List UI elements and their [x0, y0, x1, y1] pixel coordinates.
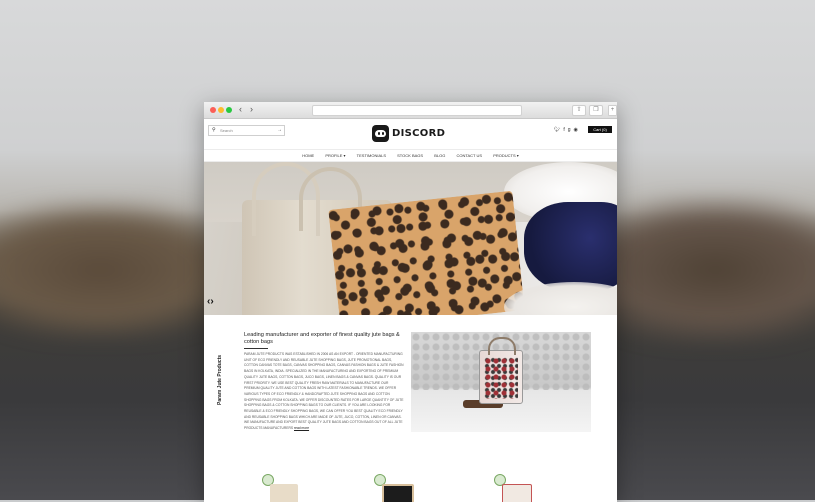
nav-testimonials[interactable]: TESTIMONIALS — [357, 153, 386, 158]
search-icon: ⚲ — [212, 127, 216, 133]
twitter-icon[interactable]: 🐦︎ — [554, 127, 560, 133]
search-input[interactable]: Search — [220, 126, 233, 135]
address-bar[interactable] — [312, 105, 522, 116]
facebook-icon[interactable]: f — [563, 127, 564, 133]
slider-arrows: ‹› — [207, 297, 214, 307]
hero-slider: ‹› — [204, 162, 617, 315]
product-card[interactable] — [488, 474, 538, 502]
main-nav: HOME PROFILE ▾ TESTIMONIALS STOCK BAGS B… — [204, 149, 617, 162]
google-plus-icon[interactable]: g — [568, 127, 571, 133]
nav-contact-us[interactable]: CONTACT US — [456, 153, 482, 158]
minimize-window-button[interactable] — [218, 107, 224, 113]
nav-products[interactable]: PRODUCTS ▾ — [493, 153, 519, 158]
divider — [244, 348, 268, 349]
nav-stock-bags[interactable]: STOCK BAGS — [397, 153, 423, 158]
side-label: Param Jute Products — [217, 354, 223, 405]
hero-leopard-pouch — [328, 190, 525, 315]
product-card[interactable] — [256, 474, 306, 502]
close-window-button[interactable] — [210, 107, 216, 113]
about-paragraph: Param Jute Products was established in 2… — [244, 352, 404, 432]
featured-product-photo — [411, 332, 591, 432]
nav-blog[interactable]: BLOG — [434, 153, 445, 158]
chevron-left-icon[interactable]: ‹ — [236, 105, 245, 114]
search-box[interactable]: ⚲ Search → — [208, 125, 285, 136]
about-section: Param Jute Products Leading manufacturer… — [204, 315, 617, 455]
new-tab-icon[interactable]: + — [608, 105, 617, 116]
social-links: 🐦︎ f g ◉ — [554, 127, 578, 133]
read-more-link[interactable]: read more — [294, 426, 309, 430]
site-logo[interactable]: DISCORD — [372, 123, 445, 143]
product-card[interactable] — [368, 474, 418, 502]
product-strip — [204, 474, 617, 502]
pinterest-icon[interactable]: ◉ — [574, 127, 578, 133]
cart-button[interactable]: Cart (0) — [588, 126, 612, 133]
about-text: Param Jute Products was established in 2… — [244, 352, 404, 431]
nav-home[interactable]: HOME — [302, 153, 314, 158]
share-icon[interactable]: ⇧ — [572, 105, 586, 116]
nav-profile[interactable]: PROFILE ▾ — [325, 153, 345, 158]
chevron-right-icon[interactable]: › — [247, 105, 256, 114]
maximize-window-button[interactable] — [226, 107, 232, 113]
site-header: ⚲ Search → DISCORD 🐦︎ f g ◉ Cart (0) — [204, 119, 617, 149]
tabs-icon[interactable]: ❐ — [589, 105, 603, 116]
about-headline: Leading manufacturer and exporter of fin… — [244, 332, 400, 345]
slider-next-icon[interactable]: › — [210, 296, 213, 307]
browser-window: ‹ › ⇧ ❐ + ⚲ Search → DISCORD 🐦︎ f g ◉ Ca… — [204, 102, 617, 502]
browser-toolbar: ‹ › ⇧ ❐ + — [204, 102, 617, 119]
discord-logo-icon — [372, 124, 389, 142]
logo-text: DISCORD — [392, 127, 446, 139]
arrow-right-icon[interactable]: → — [277, 126, 282, 135]
